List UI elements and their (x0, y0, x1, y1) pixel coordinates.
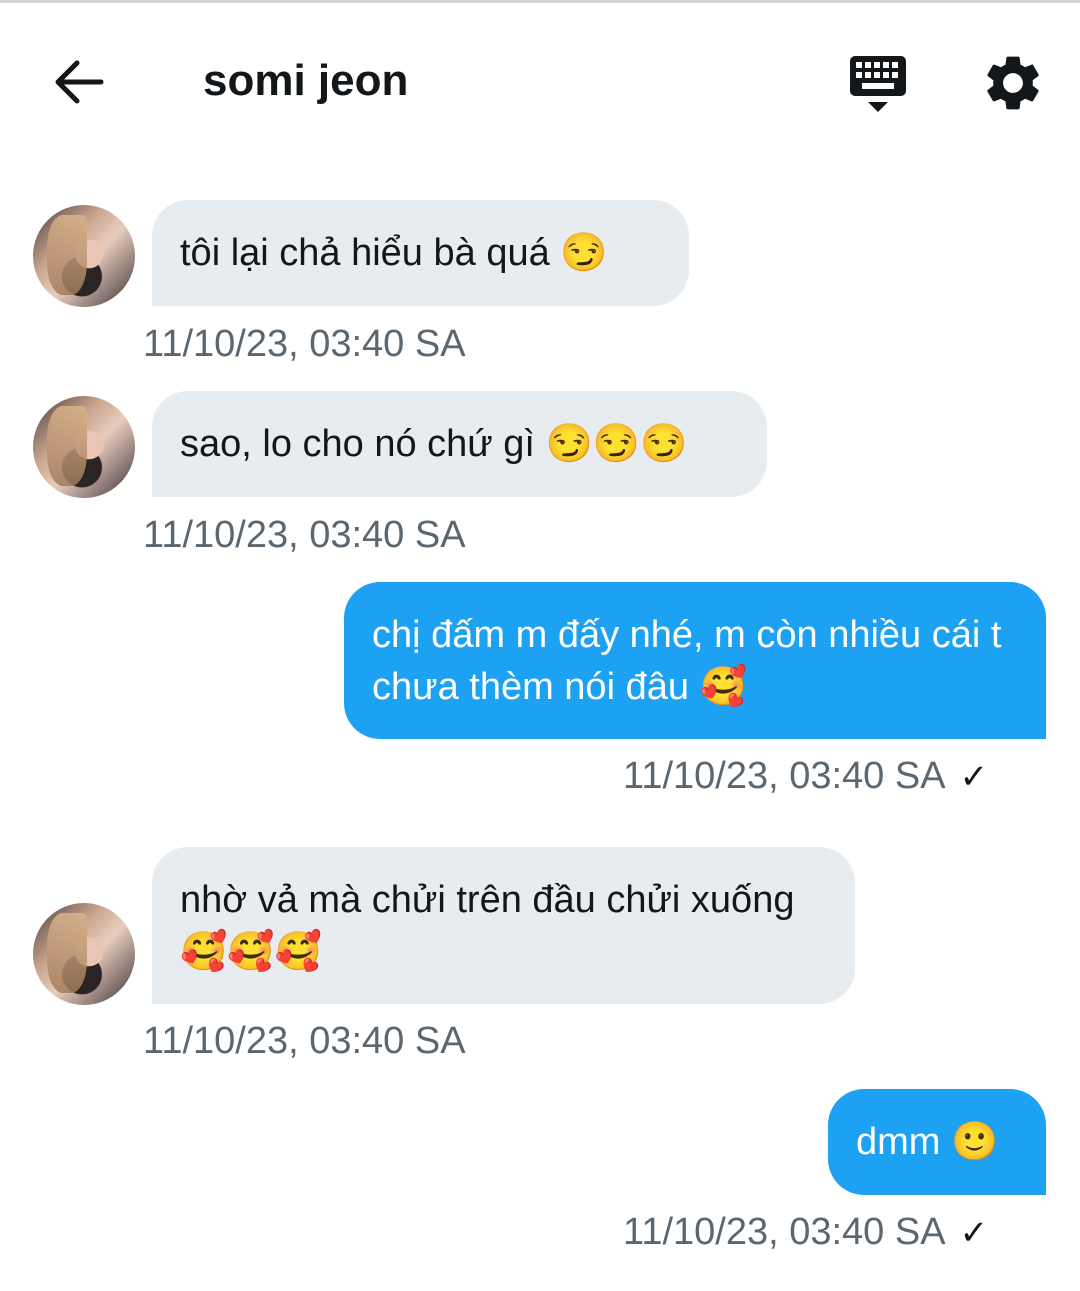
message-timestamp-row: 11/10/23, 03:40 SA ✓ (623, 754, 988, 799)
message-timestamp: 11/10/23, 03:40 SA (143, 323, 466, 365)
message-bubble-incoming[interactable]: tôi lại chả hiểu bà quá 😏 (152, 200, 689, 306)
message-text: tôi lại chả hiểu bà quá 😏 (180, 232, 608, 274)
keyboard-toggle-button[interactable] (842, 50, 914, 116)
message-bubble-incoming[interactable]: nhờ vả mà chửi trên đầu chửi xuống 🥰🥰🥰 (152, 847, 855, 1004)
message-timestamp: 11/10/23, 03:40 SA (143, 514, 466, 556)
settings-gear-icon (987, 56, 1039, 110)
read-check-icon: ✓ (959, 758, 989, 796)
message-text: nhờ vả mà chửi trên đầu chửi xuống 🥰🥰🥰 (180, 879, 795, 973)
message-bubble-incoming[interactable]: sao, lo cho nó chứ gì 😏😏😏 (152, 391, 767, 497)
contact-avatar[interactable] (33, 205, 135, 307)
message-bubble-outgoing[interactable]: chị đấm m đấy nhé, m còn nhiều cái t chư… (344, 582, 1046, 739)
read-check-icon: ✓ (959, 1214, 989, 1252)
back-arrow-icon (55, 60, 104, 104)
message-bubble-outgoing[interactable]: dmm 🙂 (828, 1089, 1046, 1195)
conversation-header: somi jeon (0, 0, 1080, 150)
contact-avatar[interactable] (33, 396, 135, 498)
message-text: chị đấm m đấy nhé, m còn nhiều cái t chư… (372, 614, 1002, 708)
conversation-title: somi jeon (203, 56, 409, 105)
keyboard-icon (850, 56, 906, 112)
message-timestamp: 11/10/23, 03:40 SA (623, 1211, 946, 1253)
message-timestamp: 11/10/23, 03:40 SA (623, 755, 946, 797)
settings-button[interactable] (980, 50, 1046, 116)
message-text: sao, lo cho nó chứ gì 😏😏😏 (180, 423, 688, 465)
contact-avatar[interactable] (33, 903, 135, 1005)
message-timestamp-row: 11/10/23, 03:40 SA ✓ (623, 1210, 988, 1255)
back-button[interactable] (44, 52, 114, 112)
message-text: dmm 🙂 (856, 1121, 999, 1163)
message-timestamp: 11/10/23, 03:40 SA (143, 1020, 466, 1062)
